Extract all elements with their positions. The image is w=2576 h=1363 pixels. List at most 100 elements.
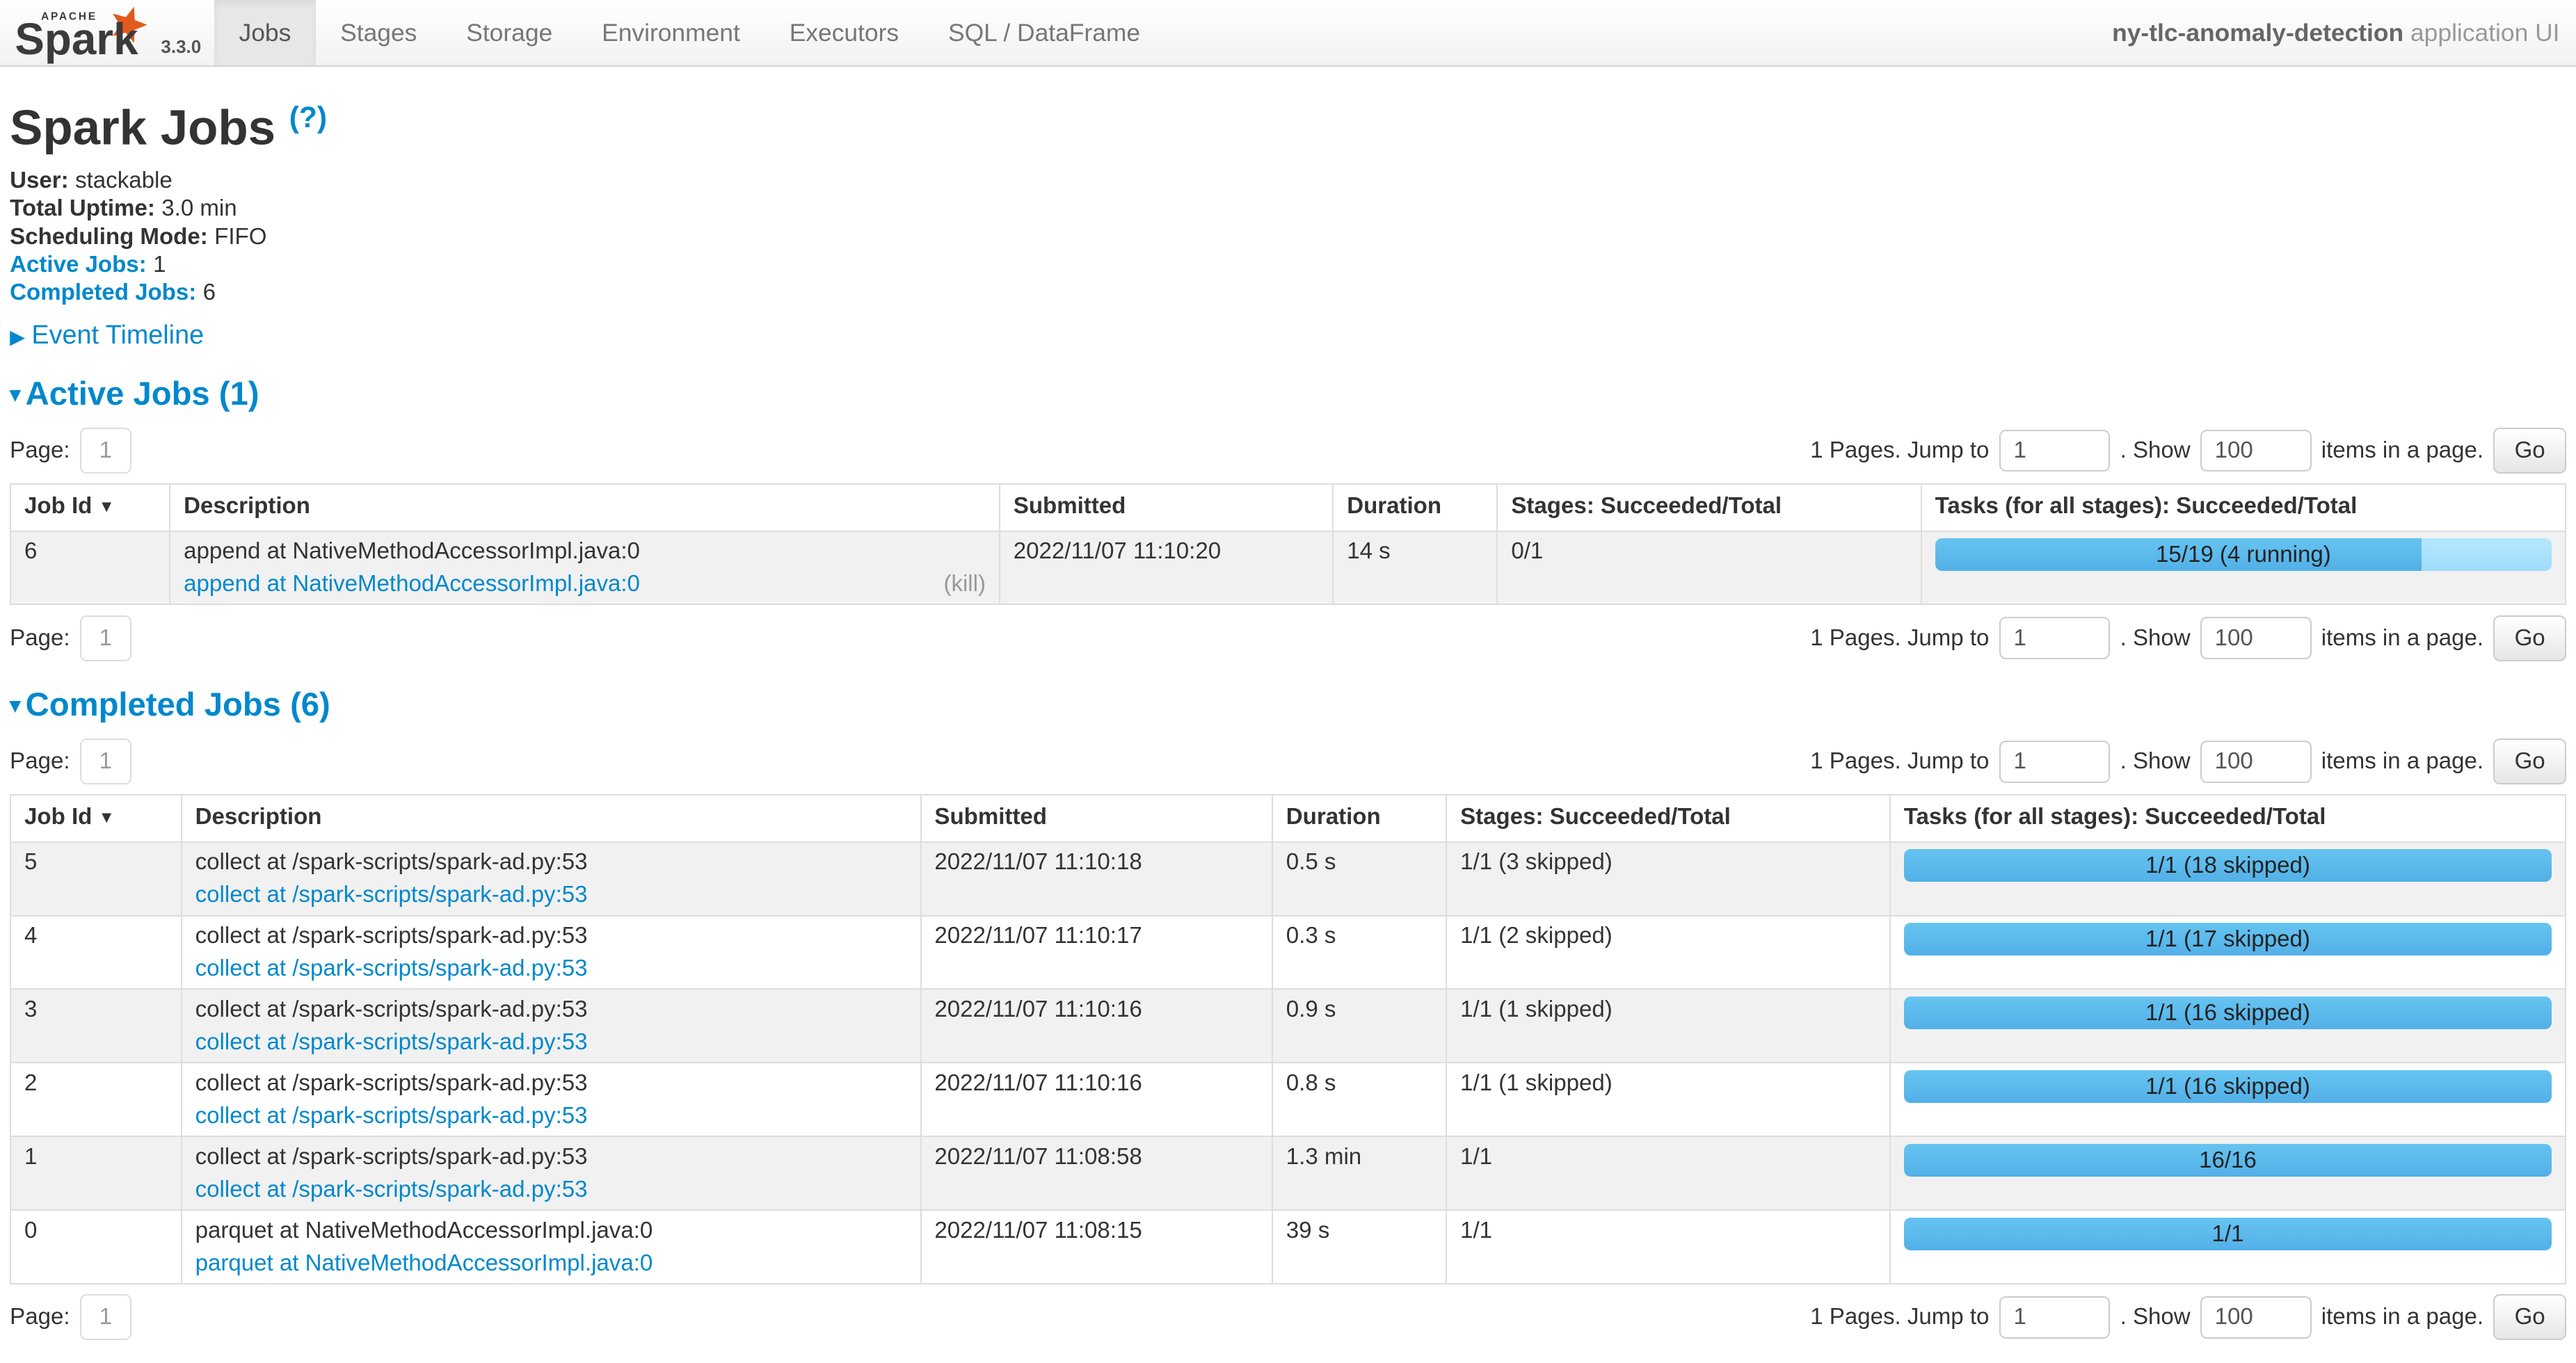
- tab-sql-dataframe[interactable]: SQL / DataFrame: [924, 0, 1165, 65]
- active-jobs-link[interactable]: Active Jobs:: [10, 252, 147, 277]
- active-jobs-table: Job Id ▼ Description Submitted Duration …: [10, 483, 2566, 605]
- job-id-cell: 0: [10, 1210, 182, 1284]
- tasks-progress-bar: 1/1 (16 skipped): [1904, 997, 2552, 1029]
- stages-cell: 0/1: [1497, 531, 1921, 605]
- info-user-label: User:: [10, 168, 69, 193]
- page-size-input[interactable]: [2200, 1296, 2312, 1339]
- job-detail-link[interactable]: collect at /spark-scripts/spark-ad.py:53: [195, 1103, 588, 1129]
- progress-label: 1/1 (16 skipped): [1904, 1070, 2552, 1103]
- go-button[interactable]: Go: [2493, 428, 2566, 474]
- jump-to-page-input[interactable]: [1999, 741, 2111, 783]
- nav-tabs: Jobs Stages Storage Environment Executor…: [214, 0, 1165, 65]
- job-detail-link[interactable]: collect at /spark-scripts/spark-ad.py:53: [195, 1029, 588, 1056]
- col-stages[interactable]: Stages: Succeeded/Total: [1446, 795, 1890, 841]
- job-description: collect at /spark-scripts/spark-ad.py:53: [195, 923, 907, 949]
- col-job-id[interactable]: Job Id ▼: [10, 484, 170, 531]
- sort-desc-icon: ▼: [99, 498, 115, 516]
- tab-storage[interactable]: Storage: [442, 0, 577, 65]
- description-cell: collect at /spark-scripts/spark-ad.py:53…: [182, 1063, 921, 1136]
- current-page-box[interactable]: 1: [80, 739, 131, 784]
- go-button[interactable]: Go: [2493, 615, 2566, 661]
- duration-cell: 0.9 s: [1272, 989, 1446, 1063]
- job-detail-link[interactable]: append at NativeMethodAccessorImpl.java:…: [184, 571, 640, 597]
- info-user: User:stackable: [10, 169, 2566, 192]
- completed-jobs-header-row: Job Id ▼ Description Submitted Duration …: [10, 795, 2566, 841]
- pagination-completed-top: Page: 1 1 Pages. Jump to . Show items in…: [10, 737, 2566, 787]
- expand-arrow-icon: ▶: [10, 326, 25, 348]
- table-row: 4 collect at /spark-scripts/spark-ad.py:…: [10, 916, 2566, 990]
- completed-jobs-heading[interactable]: ▾Completed Jobs (6): [10, 686, 2566, 729]
- stages-cell: 1/1 (1 skipped): [1446, 989, 1890, 1063]
- tasks-progress-bar: 16/16: [1904, 1144, 2552, 1177]
- pagination-controls: 1 Pages. Jump to . Show items in a page.…: [1810, 428, 2566, 474]
- kill-link[interactable]: (kill): [943, 571, 986, 597]
- submitted-cell: 2022/11/07 11:10:16: [921, 989, 1272, 1063]
- tasks-progress-bar: 1/1: [1904, 1218, 2552, 1250]
- go-button[interactable]: Go: [2493, 739, 2566, 784]
- col-stages[interactable]: Stages: Succeeded/Total: [1497, 484, 1921, 531]
- active-jobs-heading[interactable]: ▾Active Jobs (1): [10, 375, 2566, 418]
- col-tasks[interactable]: Tasks (for all stages): Succeeded/Total: [1890, 795, 2566, 841]
- stages-cell: 1/1: [1446, 1210, 1890, 1284]
- page-size-input[interactable]: [2200, 430, 2312, 472]
- job-detail-link[interactable]: collect at /spark-scripts/spark-ad.py:53: [195, 955, 588, 982]
- tasks-cell: 1/1 (18 skipped): [1890, 842, 2566, 916]
- info-scheduling-mode-value: FIFO: [214, 224, 266, 250]
- show-text: . Show: [2120, 748, 2191, 775]
- tasks-cell: 1/1 (17 skipped): [1890, 916, 2566, 990]
- go-button[interactable]: Go: [2493, 1294, 2566, 1340]
- job-detail-link[interactable]: parquet at NativeMethodAccessorImpl.java…: [195, 1250, 653, 1277]
- tasks-cell: 1/1: [1890, 1210, 2566, 1284]
- progress-label: 1/1 (17 skipped): [1904, 923, 2552, 955]
- event-timeline-toggle[interactable]: ▶Event Timeline: [10, 321, 2566, 353]
- col-job-id[interactable]: Job Id ▼: [10, 795, 182, 841]
- page-size-input[interactable]: [2200, 741, 2312, 783]
- table-row: 2 collect at /spark-scripts/spark-ad.py:…: [10, 1063, 2566, 1136]
- jump-to-page-input[interactable]: [1999, 617, 2111, 659]
- page-label: Page:: [10, 748, 70, 775]
- col-description[interactable]: Description: [182, 795, 921, 841]
- completed-jobs-link[interactable]: Completed Jobs:: [10, 280, 196, 305]
- col-duration[interactable]: Duration: [1272, 795, 1446, 841]
- tab-jobs[interactable]: Jobs: [214, 0, 316, 65]
- col-submitted[interactable]: Submitted: [1000, 484, 1333, 531]
- job-description: collect at /spark-scripts/spark-ad.py:53: [195, 1144, 907, 1170]
- job-detail-link[interactable]: collect at /spark-scripts/spark-ad.py:53: [195, 882, 588, 908]
- page-size-input[interactable]: [2200, 617, 2312, 659]
- tab-executors[interactable]: Executors: [765, 0, 923, 65]
- job-id-cell: 5: [10, 842, 182, 916]
- current-page-box[interactable]: 1: [80, 428, 131, 474]
- submitted-cell: 2022/11/07 11:10:18: [921, 842, 1272, 916]
- col-tasks[interactable]: Tasks (for all stages): Succeeded/Total: [1921, 484, 2566, 531]
- job-detail-link[interactable]: collect at /spark-scripts/spark-ad.py:53: [195, 1177, 588, 1203]
- spark-text: Spark: [15, 14, 138, 64]
- active-jobs-header-row: Job Id ▼ Description Submitted Duration …: [10, 484, 2566, 531]
- job-description: collect at /spark-scripts/spark-ad.py:53: [195, 1070, 907, 1097]
- tasks-progress-bar: 1/1 (17 skipped): [1904, 923, 2552, 955]
- jump-to-page-input[interactable]: [1999, 430, 2111, 472]
- col-description[interactable]: Description: [170, 484, 1000, 531]
- col-job-id-label: Job Id: [24, 804, 92, 830]
- table-row: 3 collect at /spark-scripts/spark-ad.py:…: [10, 989, 2566, 1063]
- spark-version: 3.3.0: [161, 36, 201, 63]
- pagination-active-bottom: Page: 1 1 Pages. Jump to . Show items in…: [10, 613, 2566, 663]
- job-id-cell: 3: [10, 989, 182, 1063]
- info-completed-jobs: Completed Jobs:6: [10, 281, 2566, 304]
- completed-jobs-heading-text: Completed Jobs (6): [26, 686, 330, 723]
- application-ui-suffix: application UI: [2403, 19, 2559, 47]
- submitted-cell: 2022/11/07 11:10:17: [921, 916, 1272, 990]
- table-row: 1 collect at /spark-scripts/spark-ad.py:…: [10, 1136, 2566, 1210]
- current-page-box[interactable]: 1: [80, 1294, 131, 1340]
- tab-environment[interactable]: Environment: [577, 0, 765, 65]
- jump-to-page-input[interactable]: [1999, 1296, 2111, 1339]
- description-cell: collect at /spark-scripts/spark-ad.py:53…: [182, 916, 921, 990]
- tasks-cell: 1/1 (16 skipped): [1890, 1063, 2566, 1136]
- pages-jump-text: 1 Pages. Jump to: [1810, 625, 1989, 652]
- help-link[interactable]: (?): [289, 102, 327, 134]
- current-page-box[interactable]: 1: [80, 615, 131, 661]
- col-submitted[interactable]: Submitted: [921, 795, 1272, 841]
- submitted-cell: 2022/11/07 11:10:20: [1000, 531, 1333, 605]
- tab-stages[interactable]: Stages: [316, 0, 442, 65]
- col-duration[interactable]: Duration: [1333, 484, 1497, 531]
- info-scheduling-mode: Scheduling Mode:FIFO: [10, 225, 2566, 248]
